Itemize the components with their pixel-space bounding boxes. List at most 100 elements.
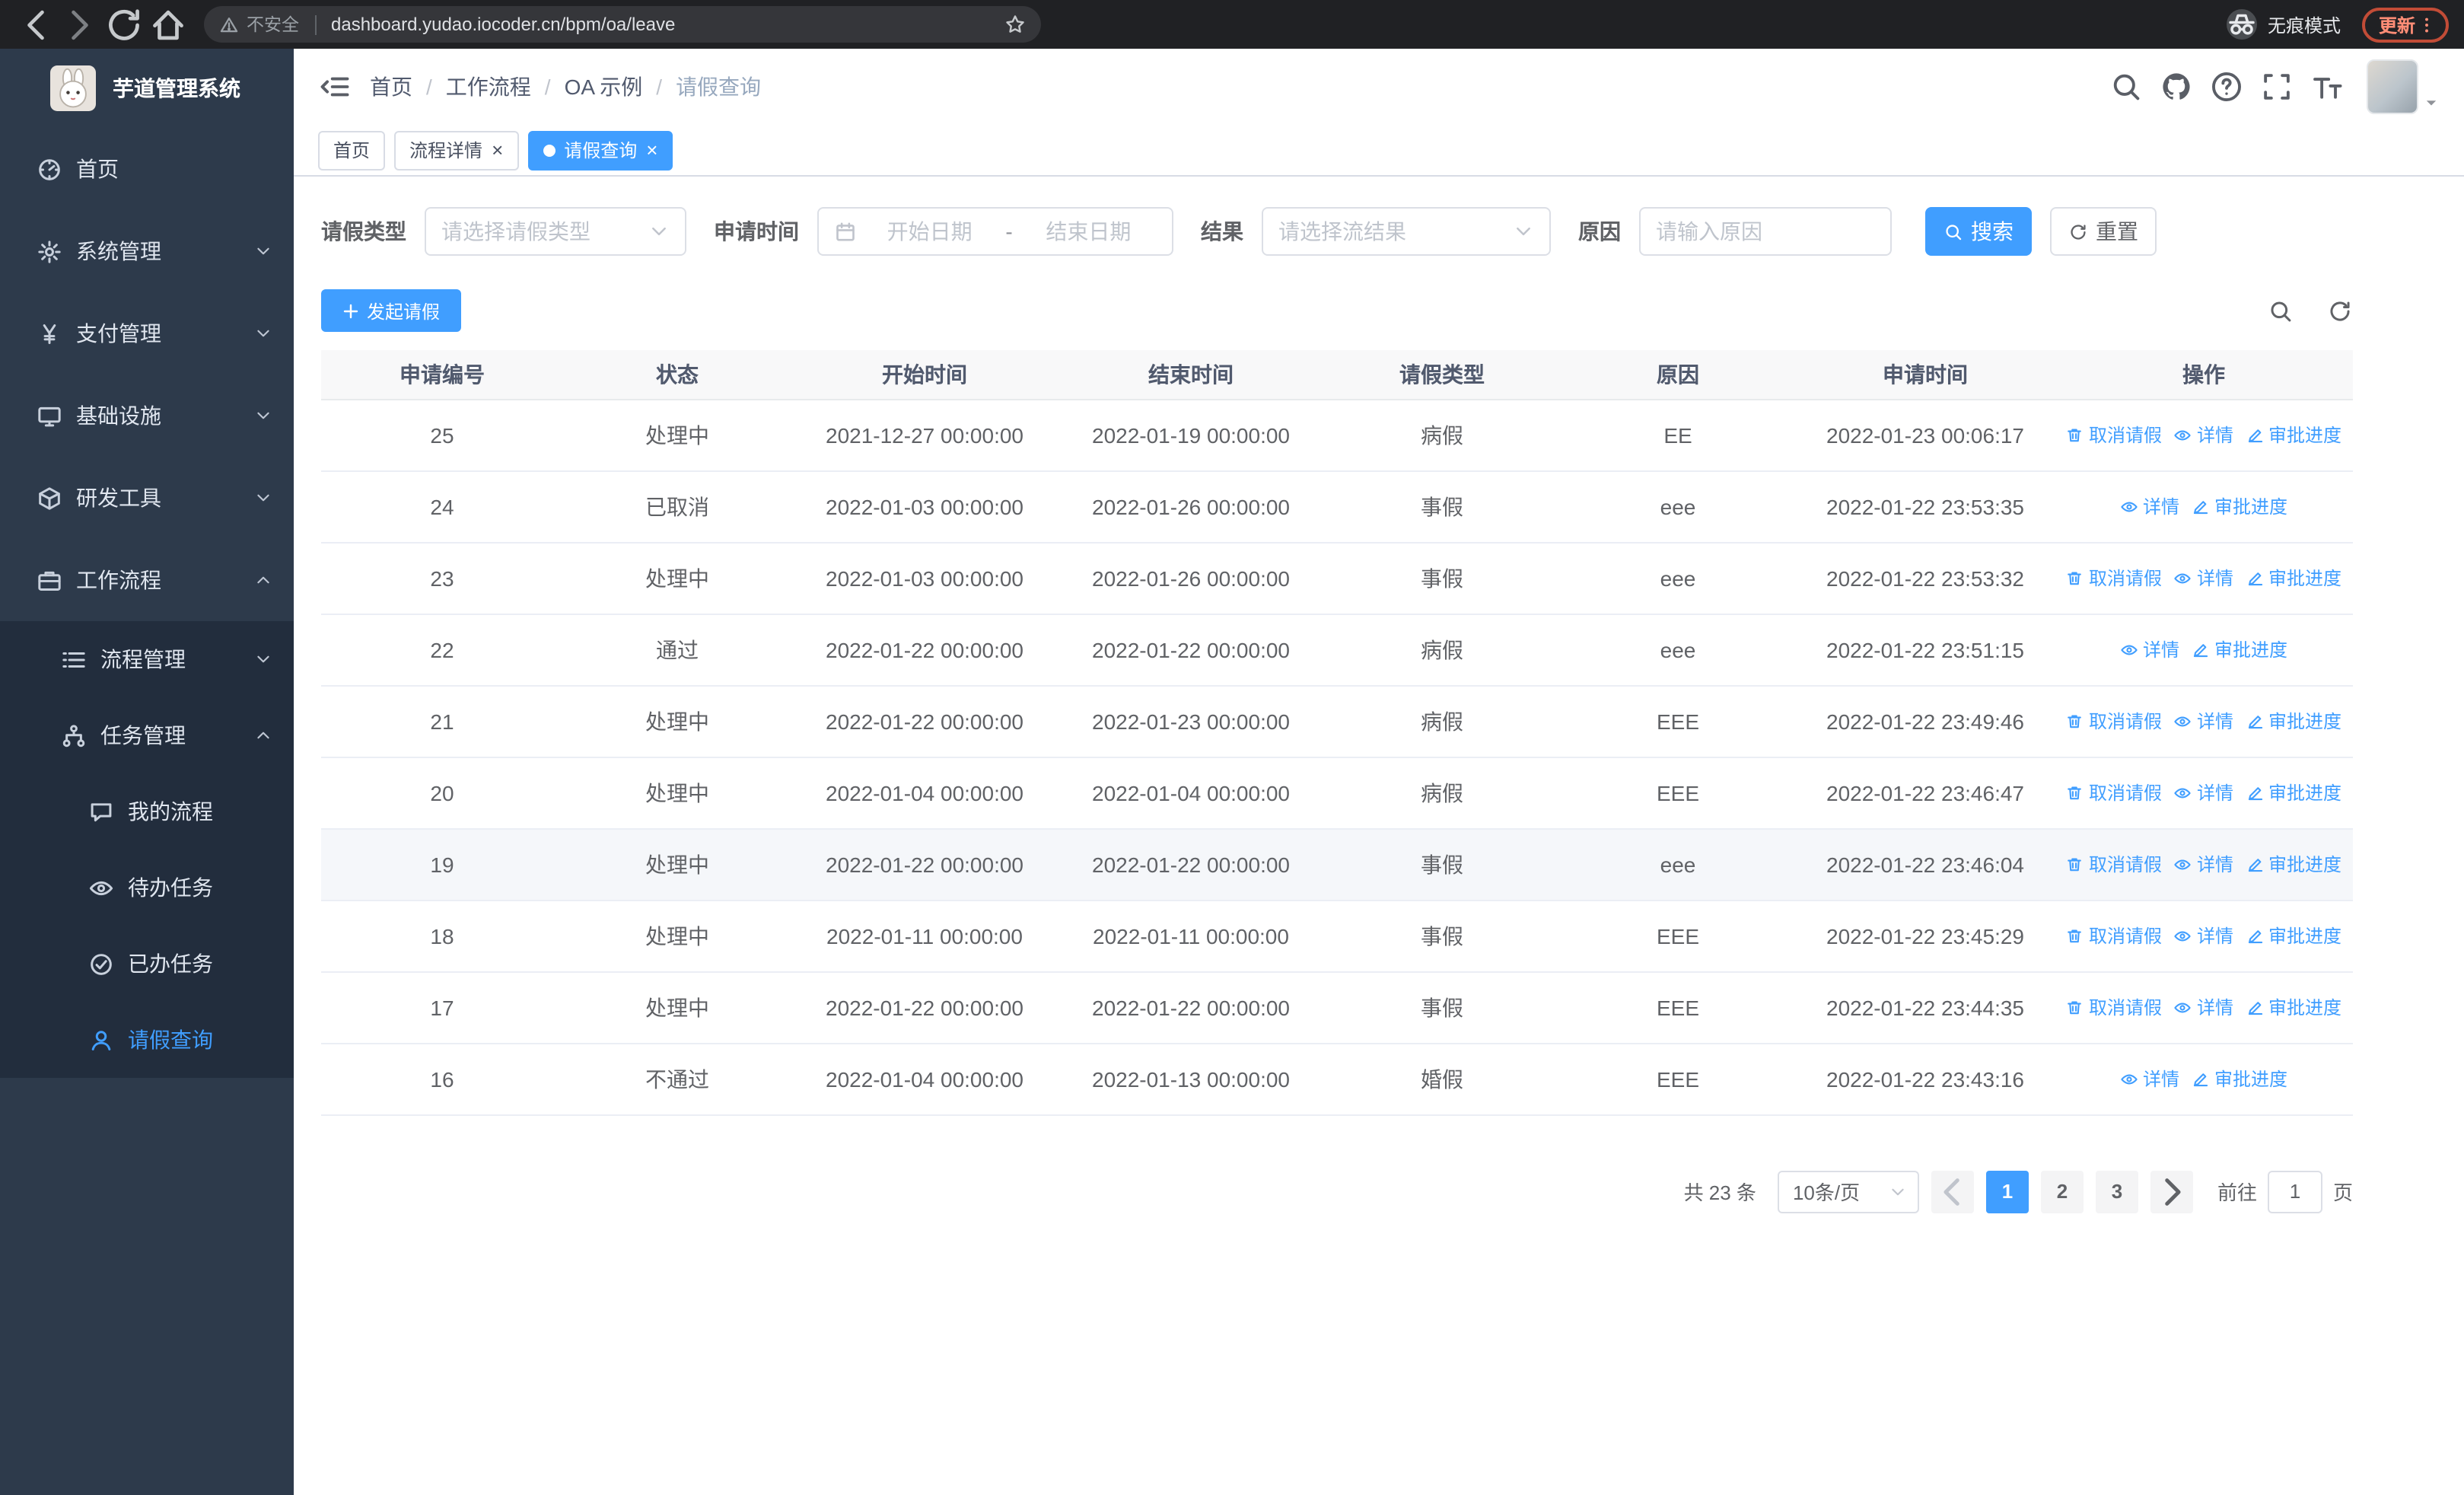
cell-apply-id: 20 [321,757,563,829]
bookmark-star-icon[interactable] [1004,14,1026,35]
tab-close-icon[interactable]: × [492,140,503,160]
user-menu[interactable] [2367,59,2440,114]
approval-progress-link[interactable]: 审批进度 [2246,422,2341,448]
browser-reload-button[interactable] [103,4,145,45]
sidebar-item-process-management[interactable]: 流程管理 [0,621,294,697]
next-page-button[interactable] [2150,1170,2193,1213]
approval-progress-link[interactable]: 审批进度 [2192,636,2287,662]
cell-start-time: 2022-01-22 00:00:00 [791,614,1058,686]
col-apply-id: 申请编号 [321,350,563,400]
approval-progress-link[interactable]: 审批进度 [2192,493,2287,519]
cell-status: 已取消 [563,470,791,543]
cancel-leave-link[interactable]: 取消请假 [2066,923,2162,948]
sidebar-item-done-tasks[interactable]: 已办任务 [0,926,294,1002]
sidebar-item-my-process[interactable]: 我的流程 [0,773,294,850]
page-button-3[interactable]: 3 [2095,1170,2138,1213]
sidebar-item-home[interactable]: 首页 [0,128,294,210]
url-text[interactable]: dashboard.yudao.iocoder.cn/bpm/oa/leave [331,14,675,35]
detail-link[interactable]: 详情 [2120,493,2179,519]
cell-status: 处理中 [563,971,791,1044]
detail-link[interactable]: 详情 [2174,994,2233,1020]
tab-close-icon[interactable]: × [646,140,657,160]
approval-progress-link[interactable]: 审批进度 [2246,708,2341,734]
cancel-leave-link[interactable]: 取消请假 [2066,779,2162,805]
avatar[interactable] [2367,59,2418,114]
view-tab[interactable]: 流程详情 × [394,130,519,170]
logo-image [50,65,96,111]
browser-back-button[interactable] [15,4,56,45]
sidebar-item-infrastructure[interactable]: 基础设施 [0,375,294,457]
detail-link[interactable]: 详情 [2174,565,2233,591]
table-refresh-icon[interactable] [2327,298,2353,324]
eye-icon [2174,783,2192,802]
sidebar-item-workflow[interactable]: 工作流程 [0,539,294,621]
font-size-icon[interactable] [2310,70,2344,104]
page-button-2[interactable]: 2 [2040,1170,2084,1213]
browser-update-chip[interactable]: 更新 [2361,7,2449,42]
page-size-select[interactable]: 10条/页 [1777,1170,1919,1213]
cancel-leave-link[interactable]: 取消请假 [2066,851,2162,877]
apply-time-range-picker[interactable]: 开始日期 - 结束日期 [817,207,1173,256]
address-bar[interactable]: 不安全 dashboard.yudao.iocoder.cn/bpm/oa/le… [204,6,1041,43]
detail-link[interactable]: 详情 [2174,779,2233,805]
breadcrumb-item[interactable]: 首页 [370,72,412,102]
view-tab[interactable]: 首页 [318,130,386,170]
update-label: 更新 [2378,14,2415,36]
sidebar-item-payment-management[interactable]: 支付管理 [0,292,294,375]
breadcrumb-item[interactable]: OA 示例 [565,72,643,102]
detail-link[interactable]: 详情 [2174,923,2233,948]
reset-button[interactable]: 重置 [2050,207,2157,256]
security-label[interactable]: 不安全 [247,12,299,37]
reason-input[interactable]: 请输入原因 [1639,207,1892,256]
detail-link[interactable]: 详情 [2174,422,2233,448]
breadcrumb-item[interactable]: 工作流程 [446,72,531,102]
approval-progress-link[interactable]: 审批进度 [2246,994,2341,1020]
detail-link[interactable]: 详情 [2174,708,2233,734]
search-icon[interactable] [2109,70,2143,104]
browser-home-button[interactable] [148,4,189,45]
cube-icon [37,485,62,511]
sidebar-item-leave-query[interactable]: 请假查询 [0,1002,294,1078]
sidebar-item-system-management[interactable]: 系统管理 [0,210,294,292]
kebab-menu-icon[interactable] [2417,14,2437,34]
sidebar-item-todo-tasks[interactable]: 待办任务 [0,850,294,926]
approval-progress-link[interactable]: 审批进度 [2192,1066,2287,1092]
cancel-leave-link[interactable]: 取消请假 [2066,565,2162,591]
page-button-1[interactable]: 1 [1985,1170,2029,1213]
start-date-placeholder: 开始日期 [887,219,973,244]
table-row: 20 处理中 2022-01-04 00:00:00 2022-01-04 00… [321,757,2353,829]
cell-reason: EEE [1560,1043,1796,1115]
sidebar-item-dev-tools[interactable]: 研发工具 [0,457,294,539]
result-select[interactable]: 请选择流结果 [1262,207,1551,256]
approval-progress-link[interactable]: 审批进度 [2246,923,2341,948]
approval-progress-link[interactable]: 审批进度 [2246,851,2341,877]
sidebar-item-task-management[interactable]: 任务管理 [0,697,294,773]
warning-icon [219,14,239,34]
cell-apply-id: 24 [321,470,563,543]
cell-apply-id: 17 [321,971,563,1044]
detail-link[interactable]: 详情 [2120,1066,2179,1092]
approval-progress-link[interactable]: 审批进度 [2246,779,2341,805]
toggle-search-icon[interactable] [2268,298,2294,324]
calendar-icon [834,220,857,243]
search-button[interactable]: 搜索 [1925,207,2032,256]
cancel-leave-link[interactable]: 取消请假 [2066,994,2162,1020]
goto-page-input[interactable] [2267,1170,2322,1213]
create-leave-button[interactable]: 发起请假 [321,289,462,332]
detail-link[interactable]: 详情 [2120,636,2179,662]
table-header-row: 申请编号 状态 开始时间 结束时间 请假类型 原因 申请时间 操作 [321,350,2353,400]
cancel-leave-link[interactable]: 取消请假 [2066,422,2162,448]
sidebar-fold-icon[interactable] [318,70,352,104]
leave-type-select[interactable]: 请选择请假类型 [425,207,686,256]
fullscreen-icon[interactable] [2260,70,2294,104]
view-tab[interactable]: 请假查询 × [527,130,673,170]
prev-page-button[interactable] [1931,1170,1974,1213]
github-icon[interactable] [2160,70,2193,104]
cancel-leave-link[interactable]: 取消请假 [2066,708,2162,734]
briefcase-icon [37,567,62,593]
trash-icon [2066,783,2084,802]
browser-forward-button[interactable] [59,4,100,45]
help-icon[interactable] [2210,70,2243,104]
approval-progress-link[interactable]: 审批进度 [2246,565,2341,591]
detail-link[interactable]: 详情 [2174,851,2233,877]
